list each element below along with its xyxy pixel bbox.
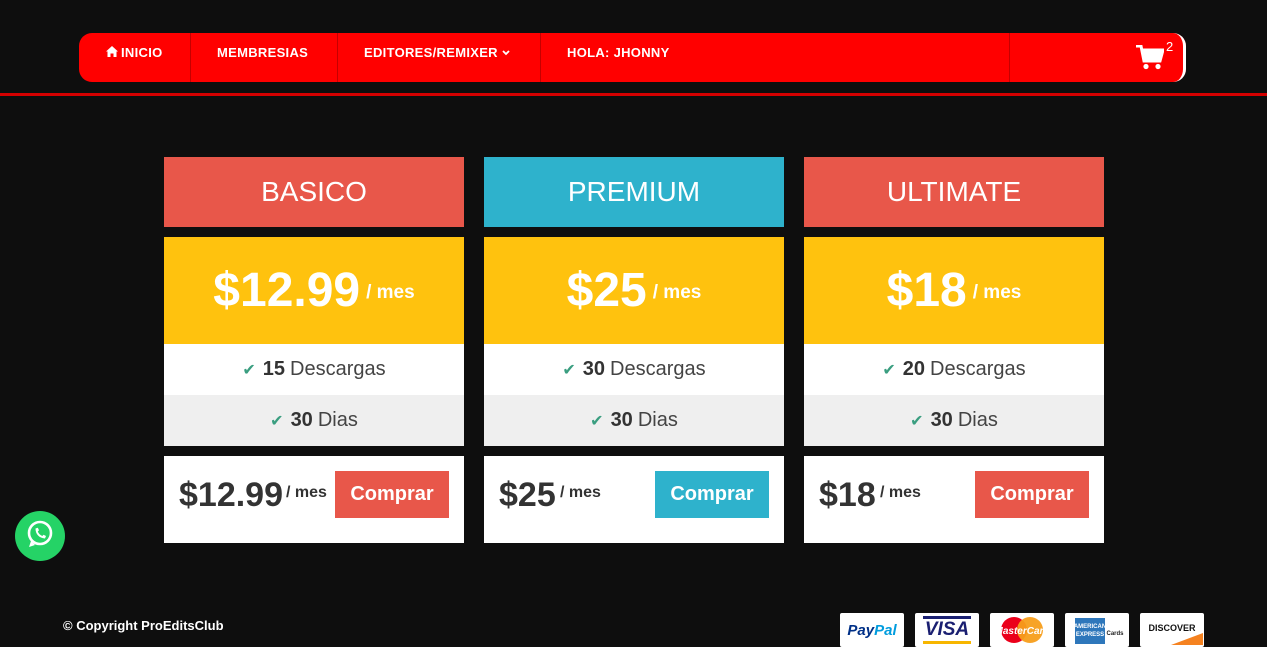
whatsapp-icon xyxy=(25,519,55,554)
footer-period: / mes xyxy=(286,484,327,501)
chevron-down-icon xyxy=(502,48,510,58)
plan-feature-downloads: ✔ 20 Descargas xyxy=(804,344,1104,395)
footer-price: $25 xyxy=(499,476,556,514)
svg-text:Cards: Cards xyxy=(1106,631,1124,637)
feature-number: 30 xyxy=(582,358,606,380)
feature-number: 30 xyxy=(610,409,633,431)
nav-user-label: HOLA: JHONNY xyxy=(567,45,670,60)
comprar-button-ultimate[interactable]: Comprar xyxy=(975,471,1089,518)
shopping-cart-icon xyxy=(1136,44,1165,75)
nav-inicio[interactable]: INICIO xyxy=(79,33,191,82)
nav-user-greeting[interactable]: HOLA: JHONNY xyxy=(541,33,1010,82)
plan-card-premium: PREMIUM $25 / mes ✔ 30 Descargas ✔ 30 Di… xyxy=(484,157,784,543)
footer-period: / mes xyxy=(560,484,601,501)
feature-number: 30 xyxy=(930,409,953,431)
footer-period: / mes xyxy=(880,484,921,501)
feature-text: Descargas xyxy=(290,358,386,380)
feature-text: Descargas xyxy=(610,358,706,380)
mastercard-logo: MasterCard xyxy=(990,613,1054,647)
svg-text:EXPRESS: EXPRESS xyxy=(1076,632,1104,638)
discover-logo: DISCOVER xyxy=(1140,613,1204,647)
feature-number: 30 xyxy=(290,409,313,431)
plan-price-box: $12.99 / mes xyxy=(164,237,464,344)
svg-text:MasterCard: MasterCard xyxy=(994,626,1050,637)
footer-price: $18 xyxy=(819,476,876,514)
plan-period: / mes xyxy=(652,281,702,303)
plan-name: PREMIUM xyxy=(484,157,784,227)
comprar-button-premium[interactable]: Comprar xyxy=(655,471,769,518)
plan-footer: $12.99 / mes Comprar xyxy=(164,456,464,543)
plan-feature-days: ✔ 30 Dias xyxy=(484,395,784,446)
plan-name: ULTIMATE xyxy=(804,157,1104,227)
plan-feature-downloads: ✔ 15 Descargas xyxy=(164,344,464,395)
plan-feature-downloads: ✔ 30 Descargas xyxy=(484,344,784,395)
main-navbar: INICIO MEMBRESIAS EDITORES/REMIXER HOLA:… xyxy=(79,33,1186,82)
footer-price: $12.99 xyxy=(179,476,283,514)
plan-price-box: $25 / mes xyxy=(484,237,784,344)
feature-text: Dias xyxy=(957,409,998,431)
plan-price: $25 xyxy=(566,264,647,317)
plan-period: / mes xyxy=(366,281,415,303)
nav-editores-dropdown[interactable]: EDITORES/REMIXER xyxy=(338,33,541,82)
american-express-logo: AMERICAN EXPRESS Cards xyxy=(1065,613,1129,647)
check-icon: ✔ xyxy=(590,412,604,430)
check-icon: ✔ xyxy=(882,361,896,379)
svg-text:DISCOVER: DISCOVER xyxy=(1148,623,1196,633)
feature-text: Dias xyxy=(637,409,678,431)
nav-inicio-label: INICIO xyxy=(121,45,163,60)
visa-logo: VISA xyxy=(915,613,979,647)
nav-membresias-label: MEMBRESIAS xyxy=(217,45,309,60)
header-divider xyxy=(0,93,1267,96)
plan-card-basico: BASICO $12.99 / mes ✔ 15 Descargas ✔ 30 … xyxy=(164,157,464,543)
plan-feature-days: ✔ 30 Dias xyxy=(804,395,1104,446)
check-icon: ✔ xyxy=(910,412,924,430)
nav-membresias[interactable]: MEMBRESIAS xyxy=(191,33,338,82)
plan-footer: $18 / mes Comprar xyxy=(804,456,1104,543)
plan-footer: $25 / mes Comprar xyxy=(484,456,784,543)
feature-text: Dias xyxy=(317,409,358,431)
check-icon: ✔ xyxy=(242,361,256,379)
cart-count-badge: 2 xyxy=(1166,39,1174,54)
plan-price: $18 xyxy=(886,264,967,317)
check-icon: ✔ xyxy=(270,412,284,430)
cart-button[interactable]: 2 xyxy=(1010,33,1186,82)
paypal-logo: PayPal xyxy=(840,613,904,647)
check-icon: ✔ xyxy=(562,361,576,379)
plan-card-ultimate: ULTIMATE $18 / mes ✔ 20 Descargas ✔ 30 D… xyxy=(804,157,1104,543)
home-icon xyxy=(106,45,118,60)
copyright-text: © Copyright ProEditsClub xyxy=(63,618,224,633)
feature-number: 20 xyxy=(902,358,926,380)
plan-name: BASICO xyxy=(164,157,464,227)
comprar-button-basico[interactable]: Comprar xyxy=(335,471,449,518)
plan-feature-days: ✔ 30 Dias xyxy=(164,395,464,446)
whatsapp-button[interactable] xyxy=(15,511,65,561)
nav-editores-label: EDITORES/REMIXER xyxy=(364,45,498,60)
feature-text: Descargas xyxy=(930,358,1026,380)
plan-price-box: $18 / mes xyxy=(804,237,1104,344)
plan-price: $12.99 xyxy=(213,264,361,317)
plan-period: / mes xyxy=(972,281,1022,303)
feature-number: 15 xyxy=(262,358,286,380)
svg-text:AMERICAN: AMERICAN xyxy=(1074,624,1106,630)
